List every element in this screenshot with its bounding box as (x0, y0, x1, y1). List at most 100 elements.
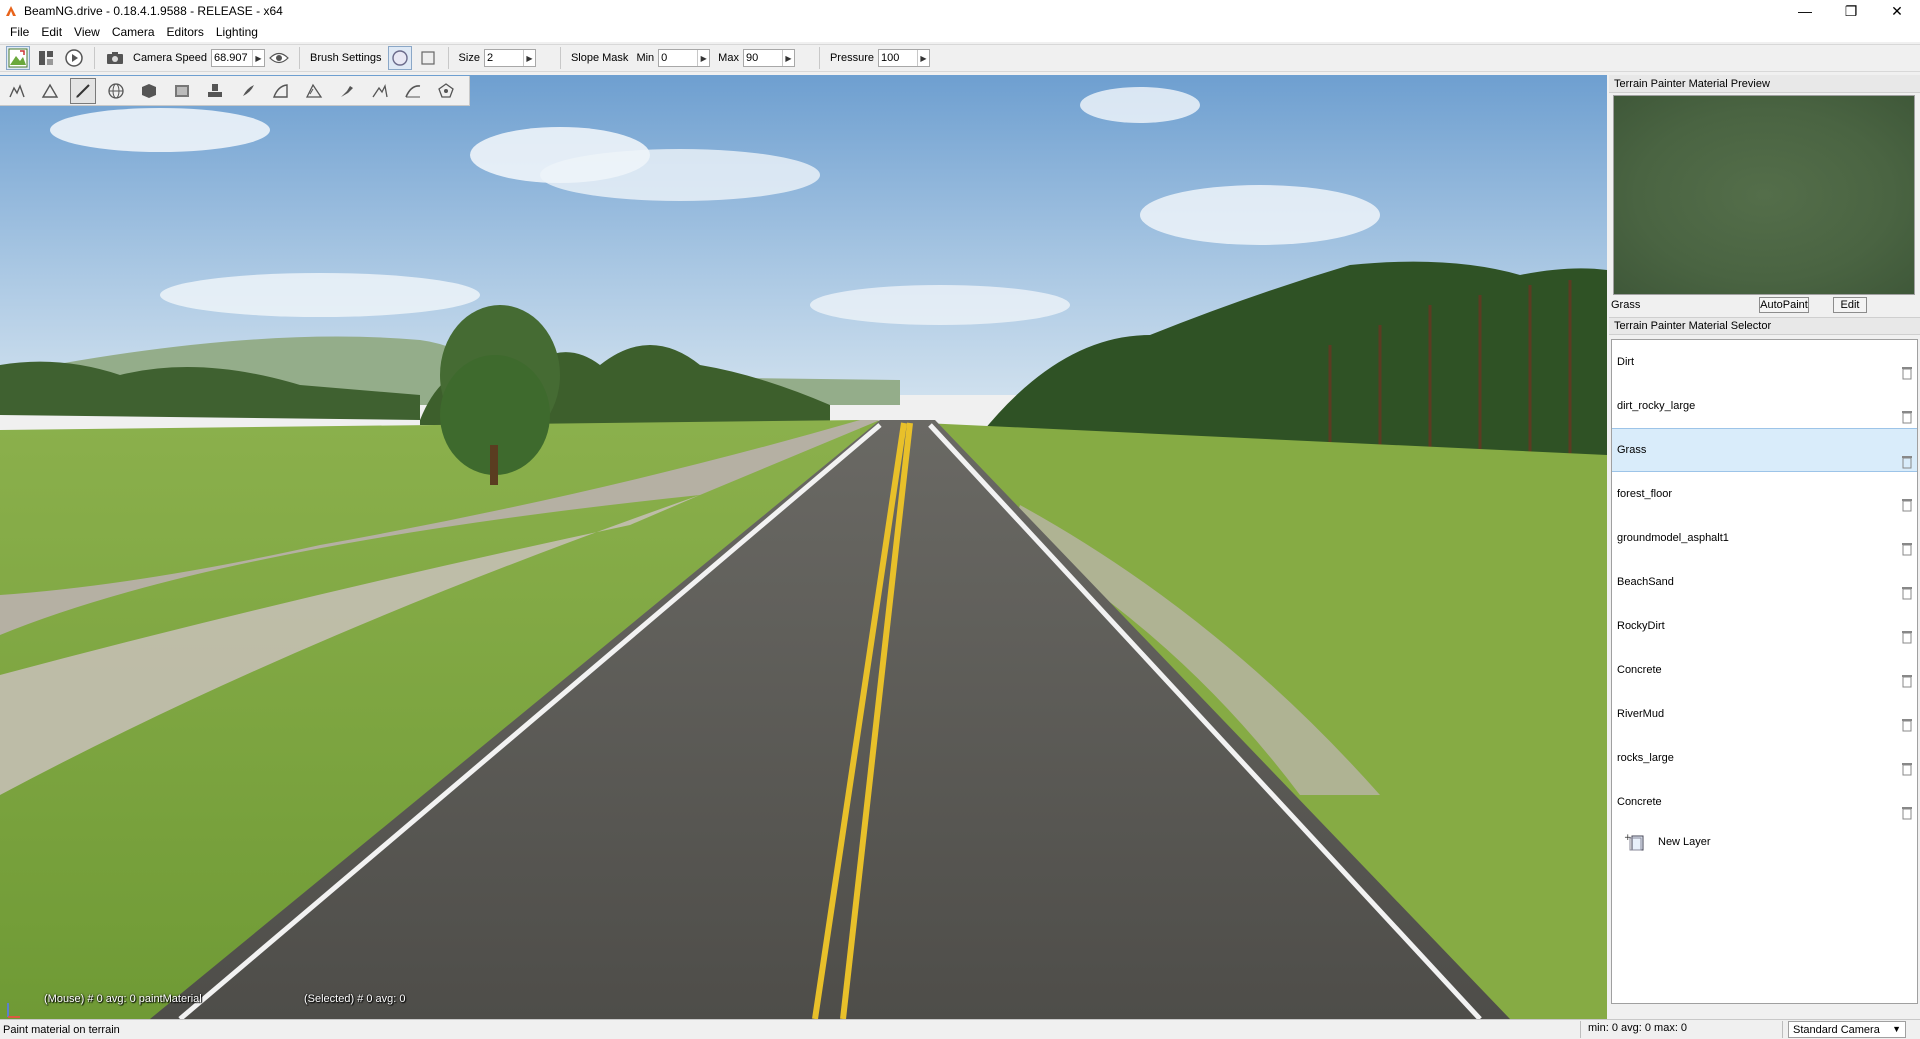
trash-icon[interactable] (1901, 366, 1913, 380)
slope-max-label: Max (718, 52, 739, 64)
new-layer-icon: + (1624, 833, 1644, 851)
status-bar: Paint material on terrain min: 0 avg: 0 … (0, 1019, 1920, 1039)
material-item-grass[interactable]: Grass (1612, 428, 1917, 472)
scene-viewport[interactable]: (Mouse) # 0 avg: 0 paintMaterial (Select… (0, 75, 1607, 1019)
terrain-editor-icon (8, 48, 28, 68)
edit-material-button[interactable]: Edit (1833, 297, 1867, 313)
trash-icon[interactable] (1901, 410, 1913, 424)
pressure-arrow-icon[interactable]: ▶ (916, 50, 929, 66)
slope-max-input[interactable] (743, 50, 782, 66)
tool-11-icon (341, 85, 353, 97)
material-item-label: Concrete (1617, 664, 1662, 676)
slope-mask-label: Slope Mask (570, 52, 629, 64)
size-arrow-icon[interactable]: ▶ (522, 50, 535, 66)
material-item-label: dirt_rocky_large (1617, 400, 1696, 412)
cube-icon (142, 83, 156, 98)
tool-globe[interactable] (103, 78, 129, 104)
tool-14[interactable] (433, 78, 459, 104)
window-title: BeamNG.drive - 0.18.4.1.9588 - RELEASE -… (24, 4, 283, 18)
trash-icon[interactable] (1901, 630, 1913, 644)
size-input[interactable] (484, 50, 523, 66)
window-controls: — ❐ ✕ (1782, 0, 1920, 22)
close-button[interactable]: ✕ (1874, 0, 1920, 22)
material-item-concrete[interactable]: Concrete (1612, 648, 1917, 692)
tool-12[interactable] (367, 78, 393, 104)
pressure-input[interactable] (878, 50, 917, 66)
camera-mode-select[interactable]: Standard Camera ▼ (1788, 1021, 1906, 1038)
maximize-button[interactable]: ❐ (1828, 0, 1874, 22)
trash-icon[interactable] (1901, 542, 1913, 556)
tool-cube[interactable] (136, 78, 162, 104)
slope-min-arrow-icon[interactable]: ▶ (697, 50, 709, 66)
material-list: Dirt dirt_rocky_large Grass forest_floor… (1611, 339, 1918, 1004)
tool-raise-height[interactable] (37, 78, 63, 104)
terrain-editor-button[interactable] (6, 46, 30, 70)
toolbar-separator (94, 47, 95, 69)
menu-lighting[interactable]: Lighting (210, 25, 264, 39)
material-item-label: Dirt (1617, 356, 1635, 368)
material-item-concrete-2[interactable]: Concrete (1612, 780, 1917, 824)
menu-editors[interactable]: Editors (161, 25, 210, 39)
trash-icon[interactable] (1901, 762, 1913, 776)
material-item-label: forest_floor (1617, 488, 1673, 500)
material-item-beachsand[interactable]: BeachSand (1612, 560, 1917, 604)
material-item-label: Concrete (1617, 796, 1662, 808)
brush-icon (243, 84, 254, 96)
tool-paint-material[interactable] (70, 77, 96, 104)
trash-icon[interactable] (1901, 586, 1913, 600)
slope-min-field: ▶ (658, 49, 711, 67)
tool-grab-elevation[interactable] (4, 78, 30, 104)
material-item-rivermud[interactable]: RiverMud (1612, 692, 1917, 736)
slope-max-arrow-icon[interactable]: ▶ (781, 50, 794, 66)
trash-icon[interactable] (1901, 498, 1913, 512)
tool-slope[interactable] (268, 78, 294, 104)
layout-button[interactable] (34, 46, 58, 70)
camera-button[interactable] (103, 46, 127, 70)
camera-speed-input[interactable] (212, 50, 252, 66)
slope-min-input[interactable] (659, 50, 698, 66)
right-panel: Terrain Painter Material Preview Grass A… (1609, 75, 1920, 1019)
preview-material-name: Grass (1611, 299, 1641, 311)
stamp-icon (208, 83, 222, 97)
trash-icon[interactable] (1901, 718, 1913, 732)
tool-brush[interactable] (235, 78, 261, 104)
menu-camera[interactable]: Camera (106, 25, 161, 39)
mouse-readout: (Mouse) # 0 avg: 0 paintMaterial (44, 993, 202, 1005)
play-button[interactable] (62, 46, 86, 70)
minimize-button[interactable]: — (1782, 0, 1828, 22)
eye-icon (269, 52, 289, 64)
menu-view[interactable]: View (68, 25, 106, 39)
square-brush-button[interactable] (416, 46, 440, 70)
slope-max-field: ▶ (742, 49, 795, 67)
tool-heightmap[interactable] (169, 78, 195, 104)
material-item-dirt[interactable]: Dirt (1612, 340, 1917, 384)
raise-height-icon (41, 83, 59, 98)
autopaint-button[interactable]: AutoPaint (1759, 297, 1809, 313)
trash-icon[interactable] (1901, 674, 1913, 688)
material-item-label: BeachSand (1617, 576, 1674, 588)
trash-icon[interactable] (1901, 455, 1913, 469)
tool-11[interactable] (334, 78, 360, 104)
material-item-label: rocks_large (1617, 752, 1674, 764)
circle-brush-button[interactable] (387, 46, 412, 70)
trash-icon[interactable] (1901, 806, 1913, 820)
material-item-forest-floor[interactable]: forest_floor (1612, 472, 1917, 516)
terrain-tool-palette (0, 76, 470, 106)
menu-edit[interactable]: Edit (35, 25, 68, 39)
visibility-button[interactable] (267, 46, 291, 70)
material-item-rockydirt[interactable]: RockyDirt (1612, 604, 1917, 648)
main-toolbar: Camera Speed ▶ Brush Settings Size ▶ Slo… (0, 44, 1920, 72)
tool-13[interactable] (400, 78, 426, 104)
tool-stamp[interactable] (202, 78, 228, 104)
square-brush-icon (420, 51, 435, 65)
camera-speed-arrow-icon[interactable]: ▶ (252, 50, 264, 66)
material-item-dirt-rocky-large[interactable]: dirt_rocky_large (1612, 384, 1917, 428)
new-layer-button[interactable]: + New Layer (1612, 824, 1917, 860)
circle-brush-icon (391, 50, 408, 66)
material-item-rocks-large[interactable]: rocks_large (1612, 736, 1917, 780)
material-item-label: Grass (1617, 444, 1647, 456)
material-item-groundmodel-asphalt1[interactable]: groundmodel_asphalt1 (1612, 516, 1917, 560)
tool-terrain-smooth[interactable] (301, 78, 327, 104)
menu-file[interactable]: File (4, 25, 35, 39)
menu-bar: File Edit View Camera Editors Lighting (0, 22, 1920, 42)
